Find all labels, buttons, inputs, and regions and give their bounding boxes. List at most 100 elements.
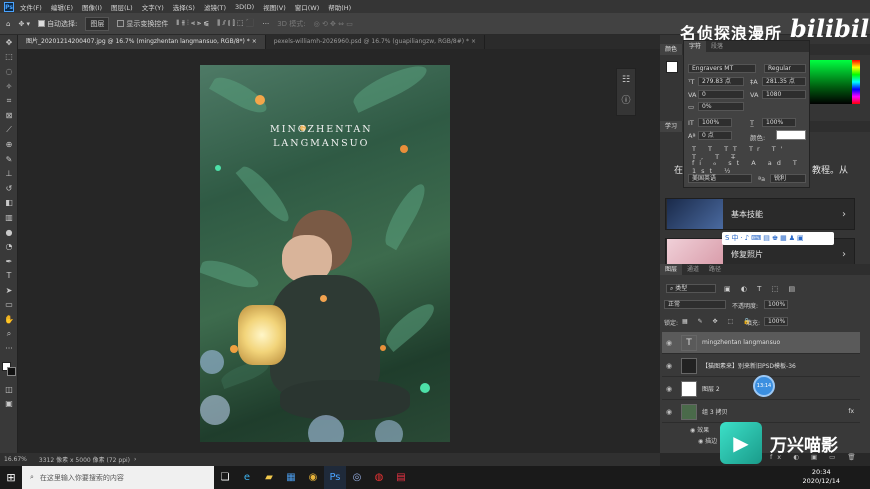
task-view-icon[interactable]: ❏ — [214, 466, 236, 489]
fill-field[interactable]: 100% — [764, 317, 788, 326]
netease-music-icon[interactable]: ◍ — [368, 466, 390, 489]
shape-tool-icon[interactable]: ▭ — [0, 298, 18, 313]
tab-layers[interactable]: 图层 — [660, 264, 683, 275]
type-tool-icon[interactable]: T — [0, 269, 18, 284]
antialias-select[interactable]: 锐利 — [770, 174, 806, 183]
pen-tool-icon[interactable]: ✒ — [0, 254, 18, 269]
gradient-tool-icon[interactable]: ▥ — [0, 210, 18, 225]
baseline-shift-field[interactable]: 0 点 — [698, 131, 732, 140]
document-info[interactable]: 3312 像素 x 5000 像素 (72 ppi) — [39, 455, 130, 464]
document-canvas[interactable]: MINGZHENTAN LANGMANSUO — [200, 65, 450, 442]
tab-document-1[interactable]: 图片_20201214200407.jpg @ 16.7% (mingzhent… — [18, 35, 266, 49]
layer-filter-icons[interactable]: ▣ ◐ T ⬚ ▤ — [724, 285, 799, 293]
more-tools-icon[interactable]: ··· — [0, 341, 18, 356]
blur-tool-icon[interactable]: ● — [0, 225, 18, 240]
eyedropper-icon[interactable]: ⟋ — [0, 123, 18, 138]
tab-paragraph[interactable]: 段落 — [706, 41, 728, 52]
marquee-tool-icon[interactable]: ⬚ — [0, 50, 18, 65]
opentype-buttons[interactable]: fi ℴ st A ad T 1st ½ — [692, 159, 809, 175]
auto-select-dropdown[interactable]: 图层 — [85, 16, 110, 31]
home-icon[interactable]: ⌂ — [6, 20, 10, 28]
screen-mode-icon[interactable]: ▣ — [0, 397, 18, 412]
path-select-icon[interactable]: ➤ — [0, 283, 18, 298]
tab-channels[interactable]: 通道 — [682, 264, 704, 275]
eye-icon[interactable]: ◉ — [662, 362, 676, 370]
3d-icons[interactable]: ◎ ⟲ ✥ ⇔ ▭ — [314, 20, 353, 28]
language-select[interactable]: 美国英语 — [688, 174, 752, 183]
stroke-effect-row[interactable]: ◉ 描边 — [698, 436, 717, 445]
close-icon[interactable]: × — [252, 38, 257, 45]
eye-icon[interactable]: ◉ — [698, 438, 703, 445]
menu-file[interactable]: 文件(F) — [20, 2, 42, 12]
layer-filter-select[interactable]: ⌕ 类型 — [666, 284, 716, 293]
dodge-tool-icon[interactable]: ◔ — [0, 239, 18, 254]
ime-toolbar[interactable]: S中·♪⌨▤♚▦♟▣ — [722, 232, 834, 245]
brush-tool-icon[interactable]: ✎ — [0, 152, 18, 167]
menu-filter[interactable]: 滤镜(T) — [204, 2, 226, 12]
eye-icon[interactable]: ◉ — [690, 427, 695, 434]
fx-badge[interactable]: fx — [848, 408, 854, 415]
distribute-icons[interactable]: ⫼ ⫽ ⫾ ⫿ ⬚ ⬛ — [217, 19, 254, 28]
tab-character[interactable]: 字符 — [684, 41, 707, 52]
kerning-field[interactable]: 0 — [698, 90, 744, 99]
stamp-tool-icon[interactable]: ⊥ — [0, 166, 18, 181]
eye-icon[interactable]: ◉ — [662, 339, 676, 347]
blend-mode-select[interactable]: 正常 — [664, 300, 726, 309]
more-icon[interactable]: ··· — [263, 20, 270, 28]
healing-brush-icon[interactable]: ⊕ — [0, 137, 18, 152]
leading-field[interactable]: 281.35 点 — [762, 77, 806, 86]
taskbar-search-box[interactable]: ⌕ 在这里输入你要搜索的内容 — [22, 466, 214, 489]
info-icon[interactable]: ⓘ — [617, 93, 635, 106]
zoom-tool-icon[interactable]: ⌕ — [0, 327, 18, 342]
menu-select[interactable]: 选择(S) — [173, 2, 195, 12]
menu-window[interactable]: 窗口(W) — [295, 2, 320, 12]
tracking-field[interactable]: 1080 — [762, 90, 806, 99]
effect-row[interactable]: ◉ 效果 — [690, 425, 709, 434]
history-brush-icon[interactable]: ↺ — [0, 181, 18, 196]
menu-edit[interactable]: 编辑(E) — [51, 2, 73, 12]
magic-wand-icon[interactable]: ✧ — [0, 79, 18, 94]
lasso-tool-icon[interactable]: ◌ — [0, 64, 18, 79]
layer-row-text[interactable]: ◉ T mingzhentan langmansuo — [662, 332, 860, 354]
app-icon[interactable]: ▤ — [390, 466, 412, 489]
menu-layer[interactable]: 图层(L) — [111, 2, 133, 12]
store-icon[interactable]: ▦ — [280, 466, 302, 489]
menu-image[interactable]: 图像(I) — [82, 2, 102, 12]
text-color-swatch[interactable] — [776, 130, 806, 140]
horizontal-scale-field[interactable]: 100% — [762, 118, 796, 127]
learn-card-basic-skills[interactable]: 基本技能 › — [665, 198, 855, 230]
tab-paths[interactable]: 路径 — [704, 264, 726, 275]
frame-tool-icon[interactable]: ⊠ — [0, 108, 18, 123]
browser-icon[interactable]: ◎ — [346, 466, 368, 489]
eraser-tool-icon[interactable]: ◧ — [0, 196, 18, 211]
vertical-scale-field[interactable]: 100% — [698, 118, 732, 127]
crop-tool-icon[interactable]: ⌗ — [0, 93, 18, 108]
photoshop-taskbar-icon[interactable]: Ps — [324, 466, 346, 489]
foreground-color-swatch[interactable] — [666, 61, 678, 73]
taskbar-clock[interactable]: 20:34 2020/12/14 — [803, 468, 840, 486]
auto-select-checkbox[interactable] — [38, 20, 46, 27]
move-tool-icon[interactable]: ✥ ▾ — [18, 20, 30, 28]
chevron-right-icon[interactable]: › — [134, 456, 136, 463]
align-icons[interactable]: ⫴ ⫵ ⫶ ⫷ ⫸ ⫹ — [176, 19, 209, 28]
font-size-field[interactable]: 279.83 点 — [698, 77, 744, 86]
opacity-field[interactable]: 100% — [764, 300, 788, 309]
menu-3d[interactable]: 3D(D) — [235, 3, 254, 11]
windows-start-icon[interactable]: ⊞ — [0, 466, 22, 489]
eye-icon[interactable]: ◉ — [662, 408, 676, 416]
menu-view[interactable]: 视图(V) — [263, 2, 286, 12]
menu-type[interactable]: 文字(Y) — [142, 2, 164, 12]
tab-document-2[interactable]: pexels-williamh-2026960.psd @ 16.7% (gua… — [266, 35, 485, 49]
show-transform-checkbox[interactable] — [117, 20, 125, 27]
move-tool-icon[interactable]: ✥ — [0, 35, 18, 50]
tab-color[interactable]: 颜色 — [660, 44, 683, 55]
hand-tool-icon[interactable]: ✋ — [0, 312, 18, 327]
quick-mask-icon[interactable]: ◫ — [0, 382, 18, 397]
edge-browser-icon[interactable]: e — [236, 466, 258, 489]
close-icon[interactable]: × — [471, 38, 476, 45]
hue-slider[interactable] — [852, 60, 860, 104]
file-explorer-icon[interactable]: ▰ — [258, 466, 280, 489]
color-field[interactable] — [810, 60, 852, 104]
proportional-spacing-field[interactable]: 0% — [698, 102, 744, 111]
chrome-icon[interactable]: ◉ — [302, 466, 324, 489]
